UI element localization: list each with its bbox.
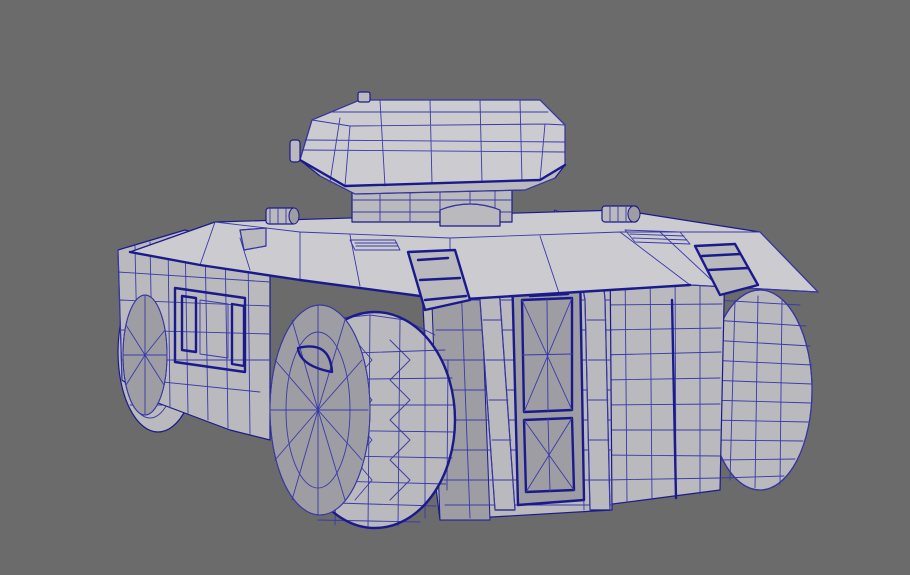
viewport-canvas[interactable] xyxy=(0,0,910,575)
turret-base[interactable] xyxy=(351,189,513,227)
hull-rear-right-block[interactable] xyxy=(599,257,726,506)
left-rear-hub[interactable] xyxy=(122,294,168,416)
left-front-hub[interactable] xyxy=(269,304,371,516)
3d-viewport[interactable] xyxy=(0,0,910,575)
rear-hatch-panel[interactable] xyxy=(510,266,586,507)
